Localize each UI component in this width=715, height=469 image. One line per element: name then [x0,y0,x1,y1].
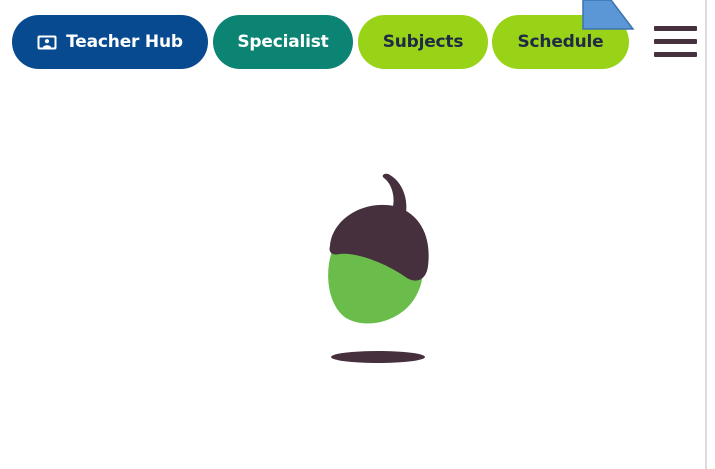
scrollbar-edge [705,0,707,469]
hamburger-menu-icon[interactable] [654,26,698,58]
teacher-hub-label: Teacher Hub [66,32,183,52]
teacher-hub-button[interactable]: Teacher Hub [12,15,208,69]
presenter-screen-icon [37,35,57,49]
specialist-label: Specialist [237,32,329,52]
specialist-button[interactable]: Specialist [213,15,353,69]
subjects-label: Subjects [382,32,464,52]
acorn-icon [328,173,429,363]
pointer-arrow-icon [582,0,635,30]
subjects-button[interactable]: Subjects [358,15,488,69]
page: Teacher Hub Specialist Subjects Schedule [0,0,715,469]
schedule-label: Schedule [517,32,604,52]
